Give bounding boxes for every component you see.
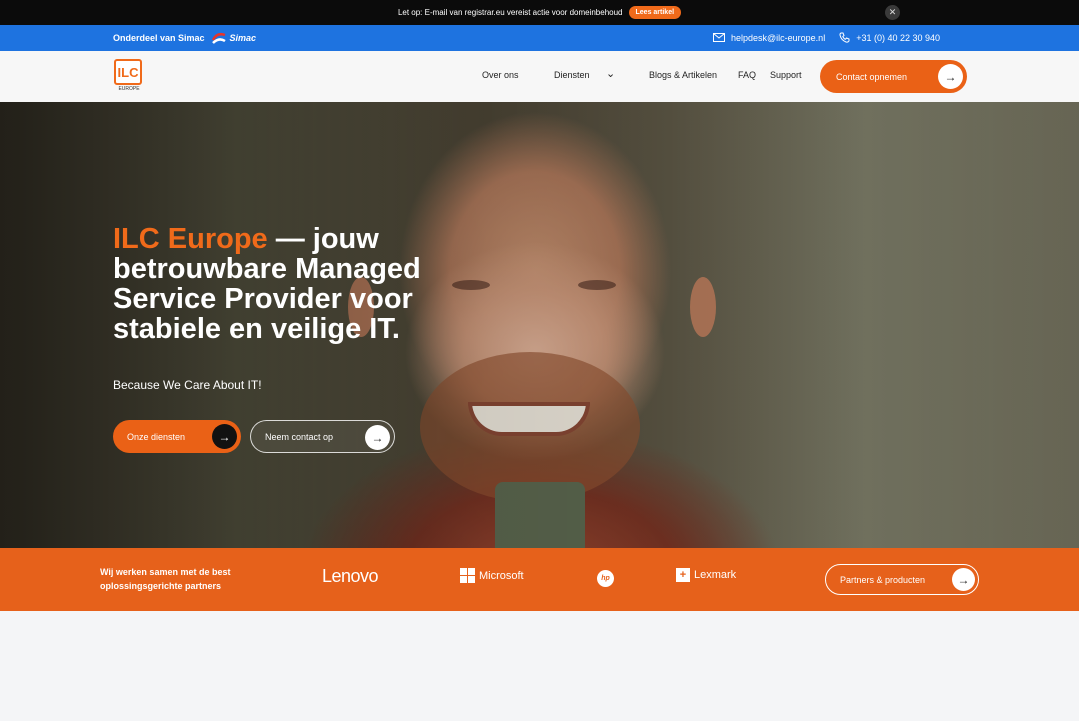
contact-us-button[interactable]: Neem contact op → [250,420,395,453]
email-link[interactable]: helpdesk@ilc-europe.nl [713,33,825,43]
our-services-label: Onze diensten [127,431,186,442]
logo-mark: ILC [114,59,142,85]
announcement-bar: Let op: E-mail van registrar.eu vereist … [0,0,1079,25]
simac-logo[interactable]: Simac [211,31,257,45]
nav-item-support[interactable]: Support [770,70,802,80]
partners-intro: Wij werken samen met de best oplossingsg… [100,567,231,591]
page-background [0,611,1079,721]
phone-text: +31 (0) 40 22 30 940 [856,32,941,43]
lexmark-logo: + Lexmark [676,568,736,582]
main-navigation: ILC EUROPE Over ons Diensten ⌄ Blogs & A… [0,51,1079,102]
microsoft-logo-icon [460,568,475,583]
microsoft-logo: Microsoft [460,568,524,583]
nav-item-diensten[interactable]: Diensten [554,70,590,80]
partners-products-label: Partners & producten [840,574,926,585]
phone-icon [839,32,850,43]
simac-logo-icon [211,32,226,44]
arrow-right-icon: → [212,424,237,449]
parent-company: Onderdeel van Simac Simac [113,31,256,45]
read-article-button[interactable]: Lees artikel [628,6,682,19]
contact-us-label: Neem contact op [265,431,334,442]
mail-icon [713,33,725,42]
announcement-text: Let op: E-mail van registrar.eu vereist … [397,8,623,17]
nav-item-over-ons[interactable]: Over ons [482,70,519,80]
arrow-right-icon: → [938,64,963,89]
nav-item-faq[interactable]: FAQ [738,70,756,80]
close-icon[interactable]: ✕ [885,5,900,20]
lexmark-logo-icon: + [676,568,690,582]
nav-item-blogs[interactable]: Blogs & Artikelen [649,70,717,80]
hero-title-accent: ILC Europe [113,223,268,255]
contact-button[interactable]: Contact opnemen → [820,60,967,93]
simac-brand: Simac [229,33,257,43]
contact-button-label: Contact opnemen [836,71,908,82]
arrow-right-icon: → [365,425,390,450]
parent-label: Onderdeel van Simac [113,33,205,43]
our-services-button[interactable]: Onze diensten → [113,420,241,453]
hero-subtitle: Because We Care About IT! [113,378,262,392]
hero-section: ILC Europe — jouw betrouwbare Managed Se… [0,102,1079,548]
ilc-logo[interactable]: ILC EUROPE [114,59,144,95]
hero-title: ILC Europe — jouw betrouwbare Managed Se… [113,224,473,344]
phone-link[interactable]: +31 (0) 40 22 30 940 [839,32,940,43]
hp-logo: hp [597,570,614,587]
lexmark-name: Lexmark [694,569,737,581]
email-text: helpdesk@ilc-europe.nl [731,32,826,43]
partners-products-button[interactable]: Partners & producten → [825,564,979,595]
arrow-right-icon: → [952,568,975,591]
logo-subtitle: EUROPE [118,86,140,92]
chevron-down-icon[interactable]: ⌄ [606,67,615,80]
partners-strip: Wij werken samen met de best oplossingsg… [0,548,1079,611]
contact-info: helpdesk@ilc-europe.nl +31 (0) 40 22 30 … [713,32,940,43]
microsoft-name: Microsoft [479,569,524,582]
parent-company-bar: Onderdeel van Simac Simac helpdesk@ilc-e… [0,25,1079,51]
lenovo-logo: Lenovo [322,566,379,586]
